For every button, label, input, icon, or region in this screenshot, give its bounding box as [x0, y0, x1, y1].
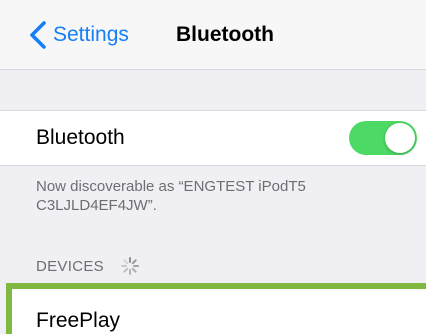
- navigation-bar: Settings Bluetooth: [0, 0, 426, 70]
- device-label[interactable]: FreePlay: [36, 309, 120, 333]
- activity-spinner-icon: [120, 257, 139, 275]
- discoverable-note: Now discoverable as “ENGTEST iPodT5 C3LJ…: [36, 178, 306, 214]
- page-title: Bluetooth: [176, 23, 274, 46]
- devices-section-header: DEVICES: [36, 256, 140, 276]
- back-button-label[interactable]: Settings: [53, 23, 129, 47]
- chevron-left-icon: [30, 21, 46, 49]
- bluetooth-toggle-label: Bluetooth: [36, 126, 125, 149]
- device-row-freeplay[interactable]: FreePlay: [6, 283, 426, 334]
- back-button[interactable]: Settings: [26, 19, 129, 51]
- devices-header-label: DEVICES: [36, 257, 104, 275]
- bluetooth-switch[interactable]: [349, 121, 417, 155]
- bluetooth-toggle-row: Bluetooth: [0, 110, 426, 166]
- switch-knob[interactable]: [385, 123, 415, 153]
